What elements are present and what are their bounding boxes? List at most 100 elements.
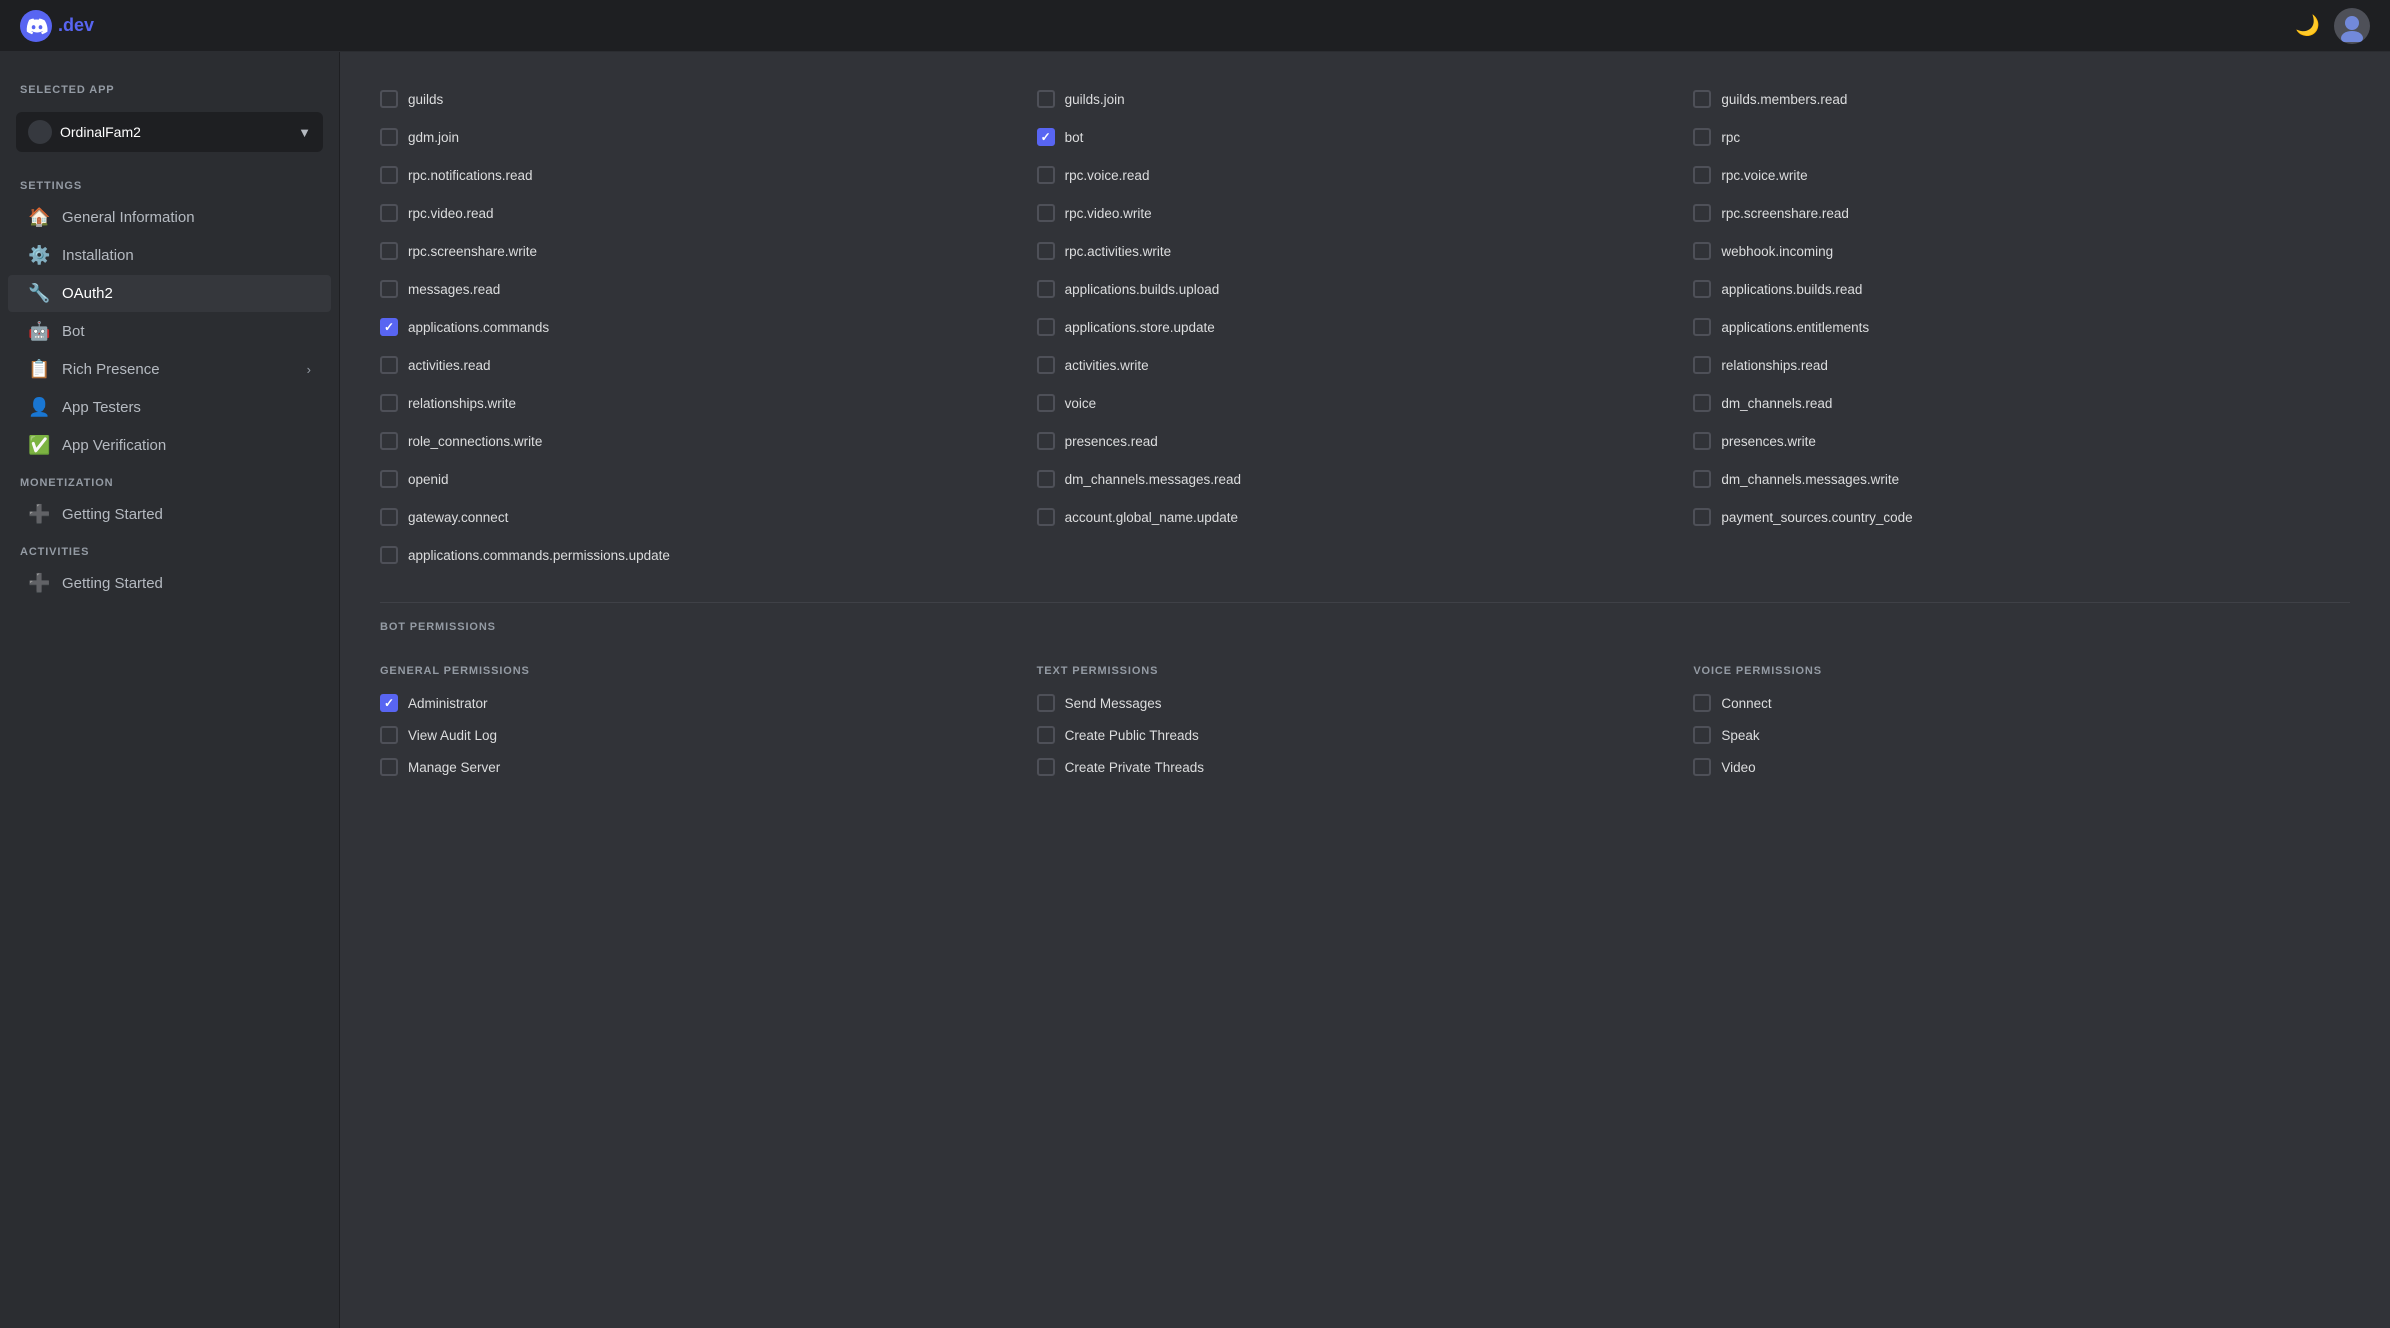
scope-item-applications-entitlements: applications.entitlements [1693, 310, 2350, 344]
perm-checkbox-video[interactable] [1693, 758, 1711, 776]
perm-item-create-public-threads: Create Public Threads [1037, 719, 1694, 751]
scope-checkbox-presences-write[interactable] [1693, 432, 1711, 450]
sidebar-item-app-verification[interactable]: ✅ App Verification [8, 427, 331, 464]
scope-checkbox-payment-sources-country-code[interactable] [1693, 508, 1711, 526]
sidebar-item-label-general-information: General Information [62, 209, 311, 226]
scope-checkbox-rpc[interactable] [1693, 128, 1711, 146]
scope-checkbox-applications-builds-read[interactable] [1693, 280, 1711, 298]
scope-checkbox-rpc-screenshare-read[interactable] [1693, 204, 1711, 222]
scope-item-gdm-join: gdm.join [380, 120, 1037, 154]
perm-checkbox-manage-server[interactable] [380, 758, 398, 776]
perm-checkbox-connect[interactable] [1693, 694, 1711, 712]
sidebar-item-label-bot: Bot [62, 323, 311, 340]
scope-item-applications-commands: applications.commands [380, 310, 1037, 344]
scope-label-relationships-write: relationships.write [408, 396, 516, 411]
scope-checkbox-dm-channels-read[interactable] [1693, 394, 1711, 412]
scope-item-activities-write: activities.write [1037, 348, 1694, 382]
perm-checkbox-create-private-threads[interactable] [1037, 758, 1055, 776]
scope-item-dm-channels-messages-write: dm_channels.messages.write [1693, 462, 2350, 496]
scope-checkbox-gateway-connect[interactable] [380, 508, 398, 526]
scope-item-gateway-connect: gateway.connect [380, 500, 1037, 534]
scope-label-guilds: guilds [408, 92, 443, 107]
sidebar: SELECTED APP OrdinalFam2 ▼ SETTINGS 🏠 Ge… [0, 52, 340, 1328]
perm-item-manage-server: Manage Server [380, 751, 1037, 783]
scope-checkbox-role-connections-write[interactable] [380, 432, 398, 450]
scope-label-activities-read: activities.read [408, 358, 491, 373]
sidebar-item-label-monetization-getting-started: Getting Started [62, 506, 311, 523]
scope-item-relationships-read: relationships.read [1693, 348, 2350, 382]
scope-checkbox-account-global-name-update[interactable] [1037, 508, 1055, 526]
scope-checkbox-applications-builds-upload[interactable] [1037, 280, 1055, 298]
discord-logo-icon [20, 10, 52, 42]
perm-label-send-messages: Send Messages [1065, 696, 1162, 711]
logo[interactable]: .dev [20, 10, 94, 42]
scope-label-bot: bot [1065, 130, 1084, 145]
scope-label-rpc-voice-read: rpc.voice.read [1065, 168, 1150, 183]
perm-checkbox-speak[interactable] [1693, 726, 1711, 744]
scope-checkbox-rpc-activities-write[interactable] [1037, 242, 1055, 260]
perm-checkbox-send-messages[interactable] [1037, 694, 1055, 712]
scope-checkbox-openid[interactable] [380, 470, 398, 488]
scope-label-presences-write: presences.write [1721, 434, 1816, 449]
scope-label-applications-builds-read: applications.builds.read [1721, 282, 1862, 297]
sidebar-item-oauth2[interactable]: 🔧 OAuth2 [8, 275, 331, 312]
scope-item-rpc-voice-write: rpc.voice.write [1693, 158, 2350, 192]
sidebar-item-monetization-getting-started[interactable]: ➕ Getting Started [8, 496, 331, 533]
perm-checkbox-create-public-threads[interactable] [1037, 726, 1055, 744]
general-permissions-col: GENERAL PERMISSIONS AdministratorView Au… [380, 653, 1037, 783]
scope-item-presences-read: presences.read [1037, 424, 1694, 458]
scope-checkbox-rpc-video-write[interactable] [1037, 204, 1055, 222]
app-selector-left: OrdinalFam2 [28, 120, 141, 144]
scope-checkbox-relationships-read[interactable] [1693, 356, 1711, 374]
scope-checkbox-rpc-screenshare-write[interactable] [380, 242, 398, 260]
sidebar-item-label-activities-getting-started: Getting Started [62, 575, 311, 592]
scope-checkbox-applications-entitlements[interactable] [1693, 318, 1711, 336]
scope-checkbox-presences-read[interactable] [1037, 432, 1055, 450]
scope-checkbox-rpc-voice-write[interactable] [1693, 166, 1711, 184]
scope-checkbox-relationships-write[interactable] [380, 394, 398, 412]
scope-checkbox-bot[interactable] [1037, 128, 1055, 146]
permissions-grid: GENERAL PERMISSIONS AdministratorView Au… [380, 653, 2350, 783]
scope-checkbox-activities-read[interactable] [380, 356, 398, 374]
sidebar-item-general-information[interactable]: 🏠 General Information [8, 199, 331, 236]
perm-checkbox-view-audit-log[interactable] [380, 726, 398, 744]
sidebar-item-bot[interactable]: 🤖 Bot [8, 313, 331, 350]
scope-item-applications-store-update: applications.store.update [1037, 310, 1694, 344]
sidebar-item-rich-presence[interactable]: 📋 Rich Presence › [8, 351, 331, 388]
scope-item-guilds-members-read: guilds.members.read [1693, 82, 2350, 116]
scope-checkbox-applications-commands[interactable] [380, 318, 398, 336]
scope-label-presences-read: presences.read [1065, 434, 1158, 449]
theme-toggle-icon[interactable]: 🌙 [2295, 13, 2320, 38]
scope-checkbox-guilds[interactable] [380, 90, 398, 108]
scope-checkbox-rpc-voice-read[interactable] [1037, 166, 1055, 184]
scope-item-dm-channels-messages-read: dm_channels.messages.read [1037, 462, 1694, 496]
perm-checkbox-administrator[interactable] [380, 694, 398, 712]
scope-item-rpc-screenshare-write: rpc.screenshare.write [380, 234, 1037, 268]
scope-checkbox-dm-channels-messages-write[interactable] [1693, 470, 1711, 488]
user-avatar[interactable] [2334, 8, 2370, 44]
scope-checkbox-dm-channels-messages-read[interactable] [1037, 470, 1055, 488]
scope-item-rpc-video-read: rpc.video.read [380, 196, 1037, 230]
app-dot-icon [28, 120, 52, 144]
scope-label-webhook-incoming: webhook.incoming [1721, 244, 1833, 259]
scope-checkbox-activities-write[interactable] [1037, 356, 1055, 374]
scope-checkbox-voice[interactable] [1037, 394, 1055, 412]
scope-checkbox-rpc-notifications-read[interactable] [380, 166, 398, 184]
scope-checkbox-webhook-incoming[interactable] [1693, 242, 1711, 260]
scope-checkbox-guilds-join[interactable] [1037, 90, 1055, 108]
scope-label-payment-sources-country-code: payment_sources.country_code [1721, 510, 1912, 525]
app-selector[interactable]: OrdinalFam2 ▼ [16, 112, 323, 152]
scope-checkbox-applications-commands-permissions-update[interactable] [380, 546, 398, 564]
sidebar-item-activities-getting-started[interactable]: ➕ Getting Started [8, 565, 331, 602]
sidebar-item-installation[interactable]: ⚙️ Installation [8, 237, 331, 274]
sidebar-item-app-testers[interactable]: 👤 App Testers [8, 389, 331, 426]
plus-icon-activities: ➕ [28, 573, 50, 594]
scope-checkbox-messages-read[interactable] [380, 280, 398, 298]
scope-item-openid: openid [380, 462, 1037, 496]
scope-checkbox-rpc-video-read[interactable] [380, 204, 398, 222]
scope-checkbox-guilds-members-read[interactable] [1693, 90, 1711, 108]
perm-label-manage-server: Manage Server [408, 760, 500, 775]
scope-checkbox-gdm-join[interactable] [380, 128, 398, 146]
scope-checkbox-applications-store-update[interactable] [1037, 318, 1055, 336]
scope-label-gdm-join: gdm.join [408, 130, 459, 145]
